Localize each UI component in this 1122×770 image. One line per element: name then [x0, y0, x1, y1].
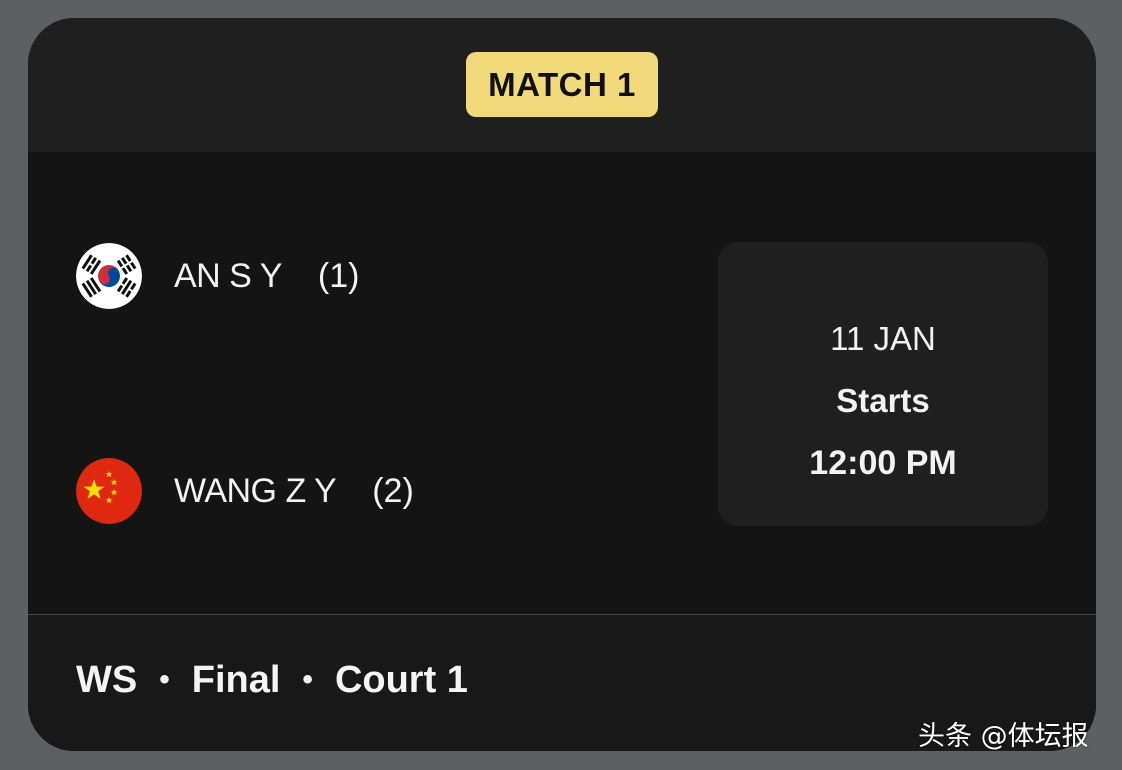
- player-seed: (1): [317, 256, 360, 295]
- match-date: 11 JAN: [830, 320, 936, 357]
- match-status: Starts: [836, 382, 930, 419]
- player-seed: (2): [372, 471, 414, 510]
- china-flag-icon: [76, 458, 142, 524]
- round-label: Final: [191, 659, 281, 701]
- source-watermark: 头条 @体坛报: [918, 721, 1089, 752]
- match-card[interactable]: MATCH 1 AN S Y (1) WANG Z Y (2) 11 JAN S…: [28, 18, 1096, 751]
- player-name: WANG Z Y: [174, 471, 337, 510]
- match-number-badge: MATCH 1: [466, 52, 658, 117]
- match-info-line: WS • Final • Court 1: [76, 659, 468, 702]
- south-korea-flag-icon: [76, 243, 142, 309]
- player-row-1[interactable]: AN S Y (1): [76, 243, 359, 309]
- player-row-2[interactable]: WANG Z Y (2): [76, 458, 414, 524]
- card-header: MATCH 1: [28, 18, 1096, 152]
- match-time-panel: 11 JAN Starts 12:00 PM: [718, 242, 1048, 526]
- court-label: Court 1: [334, 659, 468, 701]
- separator-dot: •: [302, 663, 313, 696]
- player-name: AN S Y: [174, 256, 282, 295]
- separator-dot: •: [159, 663, 170, 696]
- event-label: WS: [76, 659, 138, 701]
- match-start-time: 12:00 PM: [809, 444, 957, 482]
